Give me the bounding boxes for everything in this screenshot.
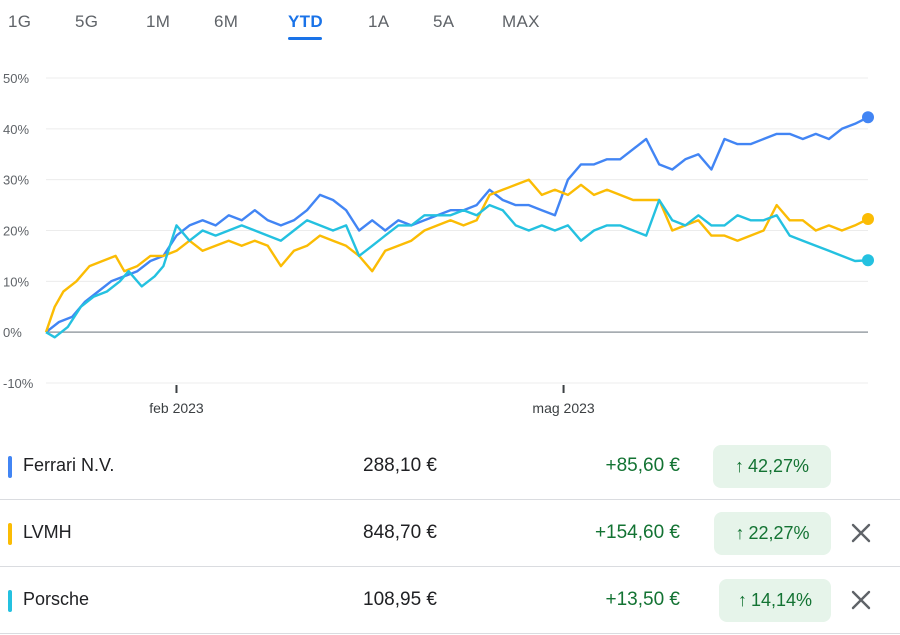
series-line-ferrari-n-v[interactable]: [45, 116, 869, 334]
series-end-dot: [862, 212, 874, 225]
stock-change: +85,60 €: [605, 455, 681, 476]
y-tick-label: 10%: [3, 274, 29, 289]
y-tick-label: -10%: [3, 376, 34, 391]
y-tick-label: 50%: [3, 71, 29, 86]
period-tabs: 1G 5G 1M 6M YTD 1A 5A MAX: [0, 0, 900, 44]
series-end-dot: [862, 254, 874, 267]
tab-5g[interactable]: 5G: [75, 12, 98, 32]
close-icon[interactable]: [846, 585, 876, 615]
tab-6m[interactable]: 6M: [214, 12, 238, 32]
percent-change-badge: ↑ 42,27%: [713, 445, 831, 488]
x-tick-label: mag 2023: [532, 400, 594, 416]
x-tick-label: feb 2023: [149, 400, 204, 416]
percent-change-badge: ↑ 14,14%: [719, 579, 831, 622]
series-lines: [44, 116, 869, 339]
stock-price: 288,10 €: [363, 455, 437, 476]
series-line-lvmh[interactable]: [44, 178, 869, 333]
grid-lines: [46, 77, 868, 384]
arrow-up-icon: ↑: [734, 456, 744, 476]
percent-change-value: 14,14%: [750, 590, 813, 610]
series-color-swatch: [8, 456, 12, 478]
y-tick-label: 30%: [3, 173, 29, 188]
stock-change: +13,50 €: [605, 589, 681, 610]
comparison-chart[interactable]: 50% 40% 30% 20% 10% 0% -10% feb 2023 mag 2023: [0, 60, 900, 425]
stock-name: LVMH: [23, 522, 72, 542]
percent-change-badge: ↑ 22,27%: [714, 512, 831, 555]
stock-name: Ferrari N.V.: [23, 455, 115, 475]
list-item[interactable]: LVMH 848,70 € +154,60 € ↑ 22,27%: [0, 500, 900, 567]
list-item[interactable]: Ferrari N.V. 288,10 € +85,60 € ↑ 42,27%: [0, 433, 900, 500]
tab-5a[interactable]: 5A: [433, 12, 454, 32]
series-color-swatch: [8, 590, 12, 612]
stock-price: 108,95 €: [363, 589, 437, 610]
y-tick-label: 0%: [3, 325, 22, 340]
y-axis-ticks: 50% 40% 30% 20% 10% 0% -10%: [3, 71, 34, 391]
series-line-porsche[interactable]: [45, 198, 869, 339]
tab-1m[interactable]: 1M: [146, 12, 170, 32]
stock-name: Porsche: [23, 589, 90, 609]
active-tab-indicator: [288, 37, 322, 40]
stock-price: 848,70 €: [363, 522, 437, 543]
percent-change-value: 42,27%: [747, 456, 810, 476]
comparison-list: Ferrari N.V. 288,10 € +85,60 € ↑ 42,27% …: [0, 433, 900, 634]
series-end-dot: [862, 111, 874, 124]
close-icon[interactable]: [846, 518, 876, 548]
y-tick-label: 40%: [3, 122, 29, 137]
tab-1a[interactable]: 1A: [368, 12, 389, 32]
y-tick-label: 20%: [3, 224, 29, 239]
tab-max[interactable]: MAX: [502, 12, 540, 32]
arrow-up-icon: ↑: [735, 523, 745, 543]
series-color-swatch: [8, 523, 12, 545]
list-item[interactable]: Porsche 108,95 € +13,50 € ↑ 14,14%: [0, 567, 900, 634]
series-end-dots: [862, 111, 874, 267]
tab-1g[interactable]: 1G: [8, 12, 31, 32]
percent-change-value: 22,27%: [748, 523, 810, 543]
arrow-up-icon: ↑: [737, 590, 747, 610]
stock-change: +154,60 €: [594, 522, 680, 543]
x-axis-ticks: feb 2023 mag 2023: [149, 385, 595, 416]
tab-ytd[interactable]: YTD: [288, 12, 323, 32]
